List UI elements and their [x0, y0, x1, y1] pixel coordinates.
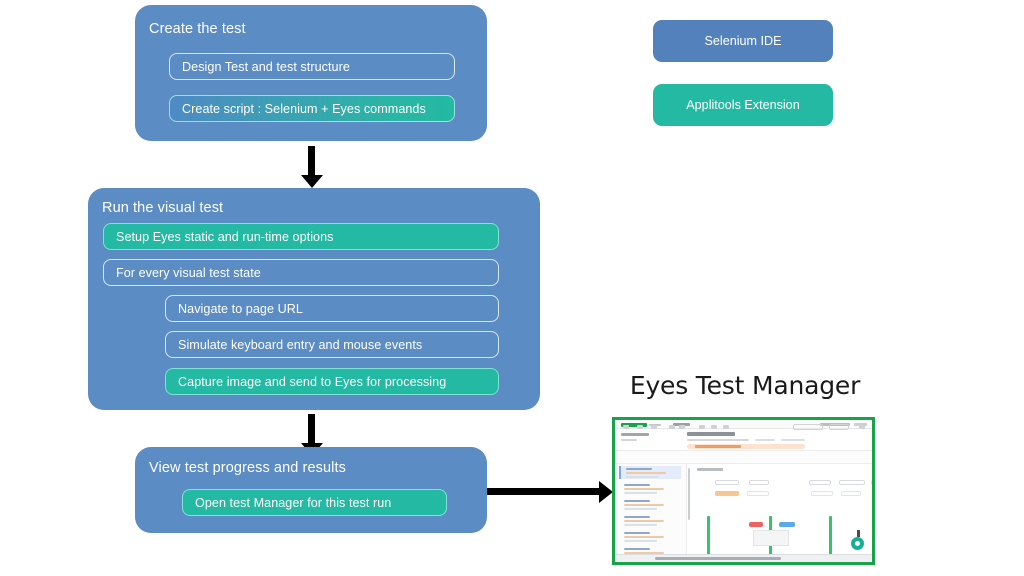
thumb-results-panel: [691, 464, 872, 562]
row-create-script[interactable]: Create script : Selenium + Eyes commands: [169, 95, 455, 122]
thumb-horizontal-scrollbar[interactable]: [655, 556, 781, 560]
thumb-filter-chip[interactable]: [747, 491, 769, 496]
thumb-filter-chip[interactable]: [715, 480, 739, 485]
thumb-toolbar-icon[interactable]: [669, 425, 675, 429]
thumb-batch-meta-3: [781, 438, 805, 441]
eyes-test-manager-title: Eyes Test Manager: [629, 371, 861, 400]
thumb-test-list-item[interactable]: [619, 530, 681, 543]
thumb-cursor-icon: [857, 530, 860, 537]
thumb-filter-chip[interactable]: [839, 480, 865, 485]
row-label: Design Test and test structure: [182, 59, 350, 74]
group-run-the-visual-test: Run the visual test Setup Eyes static an…: [88, 188, 540, 410]
arrow-shaft: [487, 488, 599, 495]
group-title-create-the-test: Create the test: [149, 21, 246, 37]
arrow-shaft: [308, 146, 315, 175]
thumb-filter-chip[interactable]: [809, 480, 831, 485]
thumb-toolbar-icon[interactable]: [651, 425, 657, 429]
row-design-test[interactable]: Design Test and test structure: [169, 53, 455, 80]
thumb-toolbar-icon[interactable]: [637, 425, 643, 429]
row-label: Navigate to page URL: [178, 301, 303, 316]
thumb-thumbnail-preview: [753, 530, 789, 546]
thumb-toolbar-group[interactable]: [793, 424, 823, 430]
thumb-header-title: [621, 433, 649, 437]
thumb-test-list-item[interactable]: [619, 466, 681, 479]
thumb-batch-meta-2: [755, 438, 775, 441]
thumb-test-list-item[interactable]: [619, 482, 681, 495]
group-title-view-test-progress: View test progress and results: [149, 460, 346, 476]
thumb-batch-name: [687, 432, 735, 436]
thumb-toolbar-group[interactable]: [829, 424, 849, 430]
thumb-filter-chip[interactable]: [841, 491, 861, 496]
button-applitools-extension[interactable]: Applitools Extension: [653, 84, 833, 126]
group-title-run-the-visual-test: Run the visual test: [102, 200, 224, 216]
thumb-toolbar-icon[interactable]: [711, 425, 717, 429]
thumb-status-banner: [687, 444, 805, 449]
row-for-every-visual-test-state[interactable]: For every visual test state: [103, 259, 499, 286]
row-label: Capture image and send to Eyes for proce…: [178, 374, 447, 389]
thumb-toolbar: [615, 451, 872, 464]
row-setup-eyes-options[interactable]: Setup Eyes static and run-time options: [103, 223, 499, 250]
thumb-chat-widget-icon[interactable]: [851, 537, 864, 550]
row-label: Simulate keyboard entry and mouse events: [178, 337, 423, 352]
thumb-toolbar-icon[interactable]: [623, 425, 629, 429]
thumb-results-title: [697, 468, 723, 471]
group-view-test-progress: View test progress and results Open test…: [135, 447, 487, 533]
thumb-toolbar-icon[interactable]: [859, 425, 865, 429]
thumb-list-scrollbar[interactable]: [688, 468, 690, 520]
thumb-filter-chip[interactable]: [715, 491, 739, 496]
eyes-test-manager-screenshot[interactable]: [612, 417, 875, 565]
button-selenium-ide[interactable]: Selenium IDE: [653, 20, 833, 62]
thumb-filter-chip[interactable]: [811, 491, 833, 496]
button-label: Selenium IDE: [704, 34, 782, 48]
row-navigate-to-page-url[interactable]: Navigate to page URL: [165, 295, 499, 322]
row-label: Open test Manager for this test run: [195, 495, 392, 510]
thumb-toolbar-icon[interactable]: [723, 425, 729, 429]
thumb-filter-chip[interactable]: [749, 480, 769, 485]
group-create-the-test: Create the test Design Test and test str…: [135, 5, 487, 141]
thumb-toolbar-icon[interactable]: [679, 425, 685, 429]
arrow-shaft: [308, 414, 315, 443]
row-label: For every visual test state: [116, 265, 261, 280]
thumb-diff-marker-red: [749, 522, 763, 527]
row-label: Setup Eyes static and run-time options: [116, 229, 334, 244]
thumb-test-list-item[interactable]: [619, 498, 681, 511]
thumb-batch-meta: [687, 438, 749, 441]
arrow-head: [300, 175, 323, 188]
thumb-filter-chip[interactable]: [871, 480, 872, 485]
arrow-head: [599, 480, 613, 503]
thumb-toolbar-icon[interactable]: [699, 425, 705, 429]
row-open-test-manager[interactable]: Open test Manager for this test run: [182, 489, 447, 516]
row-label: Create script : Selenium + Eyes commands: [182, 101, 426, 116]
row-simulate-keyboard-mouse[interactable]: Simulate keyboard entry and mouse events: [165, 331, 499, 358]
thumb-diff-marker-blue: [779, 522, 795, 527]
button-label: Applitools Extension: [686, 98, 800, 112]
row-capture-image-send-to-eyes[interactable]: Capture image and send to Eyes for proce…: [165, 368, 499, 395]
thumb-test-list-item[interactable]: [619, 514, 681, 527]
